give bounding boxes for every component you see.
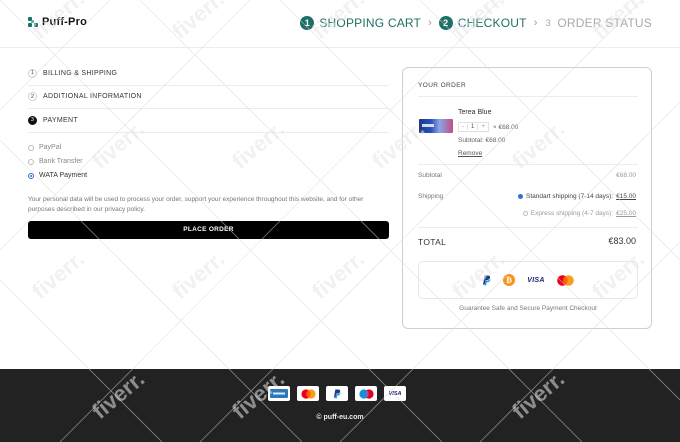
section-title: BILLING & SHIPPING	[43, 69, 118, 77]
quantity-stepper[interactable]: - 1 +	[458, 122, 489, 132]
subtotal-value: €68.00	[616, 172, 636, 179]
amex-icon	[268, 386, 290, 401]
unit-price: × €68.00	[492, 123, 519, 131]
watermark-text: fiverr.	[307, 246, 369, 304]
payment-option-label: PayPal	[39, 144, 62, 151]
visa-text: VISA	[527, 276, 545, 284]
minus-icon[interactable]: -	[459, 124, 467, 130]
logo[interactable]: Puff-Pro	[28, 16, 87, 28]
paypal-icon	[482, 274, 491, 286]
visa-text: VISA	[388, 390, 402, 397]
subtotal-label: Subtotal	[418, 172, 442, 179]
divider	[418, 96, 638, 97]
section-title: ADDITIONAL INFORMATION	[43, 93, 142, 101]
total-value: €83.00	[608, 236, 636, 246]
divider	[418, 164, 638, 165]
plus-icon[interactable]: +	[478, 124, 488, 130]
radio-button[interactable]	[518, 194, 524, 199]
footer: VISA © puff-eu.com	[0, 369, 680, 442]
chevron-right-icon: ›	[428, 17, 432, 29]
section-number: 1	[28, 68, 37, 78]
chevron-right-icon: ›	[533, 17, 538, 29]
shipping-option-standard[interactable]: Standart shipping (7-14 days): €15.00	[518, 193, 636, 200]
order-summary: YOUR ORDER Terea Blue - 1 + × €68.00 Sub…	[402, 67, 652, 329]
radio-button[interactable]	[522, 211, 528, 216]
visa-icon: VISA	[527, 274, 545, 286]
place-order-button[interactable]: PLACE ORDER	[28, 220, 389, 239]
section-billing-shipping[interactable]: 1 BILLING & SHIPPING	[28, 62, 389, 86]
quantity-value[interactable]: 1	[467, 124, 479, 130]
step-order-status[interactable]: 3 ORDER STATUS	[544, 16, 652, 30]
product-image	[419, 119, 453, 133]
divider	[418, 227, 638, 228]
total-label: TOTAL	[418, 237, 447, 247]
step-checkout[interactable]: 2 CHECKOUT	[438, 16, 527, 30]
guarantee-text: Guarantee Safe and Secure Payment Checko…	[459, 305, 597, 312]
item-subtotal: Subtotal: €68.00	[458, 137, 506, 144]
section-title: PAYMENT	[43, 116, 78, 124]
footer-payment-cards: VISA	[268, 386, 406, 401]
shipping-option-amount: €25.00	[616, 210, 636, 217]
shipping-option-amount: €15.00	[616, 193, 636, 200]
maestro-icon	[355, 386, 377, 401]
shipping-option-label: Standart shipping (7-14 days):	[526, 193, 614, 200]
payment-option-label: Bank Transfer	[39, 158, 83, 165]
step-label: SHOPPING CART	[319, 16, 422, 30]
bitcoin-icon: ₿	[503, 274, 516, 286]
mastercard-icon	[297, 386, 319, 401]
payment-icons: ₿ VISA	[418, 261, 638, 299]
brand-name: Puff-Pro	[42, 16, 87, 28]
svg-text:₿: ₿	[506, 276, 512, 285]
payment-option-label: WATA Payment	[39, 172, 88, 179]
paypal-icon	[326, 386, 348, 401]
step-shopping-cart[interactable]: 1 SHOPPING CART	[300, 16, 421, 30]
shipping-option-express[interactable]: Express shipping (4-7 days): €25.00	[522, 210, 636, 217]
checkout-steps: 1 SHOPPING CART › 2 CHECKOUT › 3 ORDER S…	[300, 16, 652, 30]
checkout-form: 1 BILLING & SHIPPING 2 ADDITIONAL INFORM…	[28, 62, 389, 239]
product-name[interactable]: Terea Blue	[458, 109, 491, 116]
shipping-label: Shipping	[418, 193, 444, 200]
section-payment[interactable]: 3 PAYMENT	[28, 109, 389, 133]
shipping-option-label: Express shipping (4-7 days):	[530, 210, 614, 217]
header: Puff-Pro 1 SHOPPING CART › 2 CHECKOUT › …	[0, 0, 680, 48]
step-number: 1	[300, 16, 315, 30]
copyright: © puff-eu.com	[316, 414, 364, 421]
visa-icon: VISA	[384, 386, 406, 401]
radio-button[interactable]	[28, 144, 34, 151]
section-additional-information[interactable]: 2 ADDITIONAL INFORMATION	[28, 86, 389, 109]
radio-button[interactable]	[28, 172, 34, 179]
mastercard-icon	[556, 274, 574, 286]
order-title: YOUR ORDER	[418, 82, 467, 89]
section-number: 2	[28, 92, 37, 102]
quantity-row: - 1 + × €68.00	[458, 122, 518, 132]
radio-button[interactable]	[28, 158, 34, 165]
step-label: ORDER STATUS	[557, 16, 652, 30]
step-number: 3	[545, 18, 551, 28]
logo-icon	[28, 16, 39, 28]
privacy-notice: Your personal data will be used to proce…	[28, 195, 364, 213]
watermark-text: fiverr.	[167, 246, 229, 304]
payment-option-wata[interactable]: WATA Payment	[28, 169, 389, 183]
step-number: 2	[438, 16, 453, 30]
watermark-text: fiverr.	[27, 246, 89, 304]
section-number: 3	[28, 115, 37, 125]
step-label: CHECKOUT	[457, 16, 527, 30]
payment-methods: PayPal Bank Transfer WATA Payment	[28, 141, 389, 183]
remove-item-link[interactable]: Remove	[458, 150, 482, 157]
payment-option-bank-transfer[interactable]: Bank Transfer	[28, 155, 389, 169]
payment-option-paypal[interactable]: PayPal	[28, 141, 389, 155]
